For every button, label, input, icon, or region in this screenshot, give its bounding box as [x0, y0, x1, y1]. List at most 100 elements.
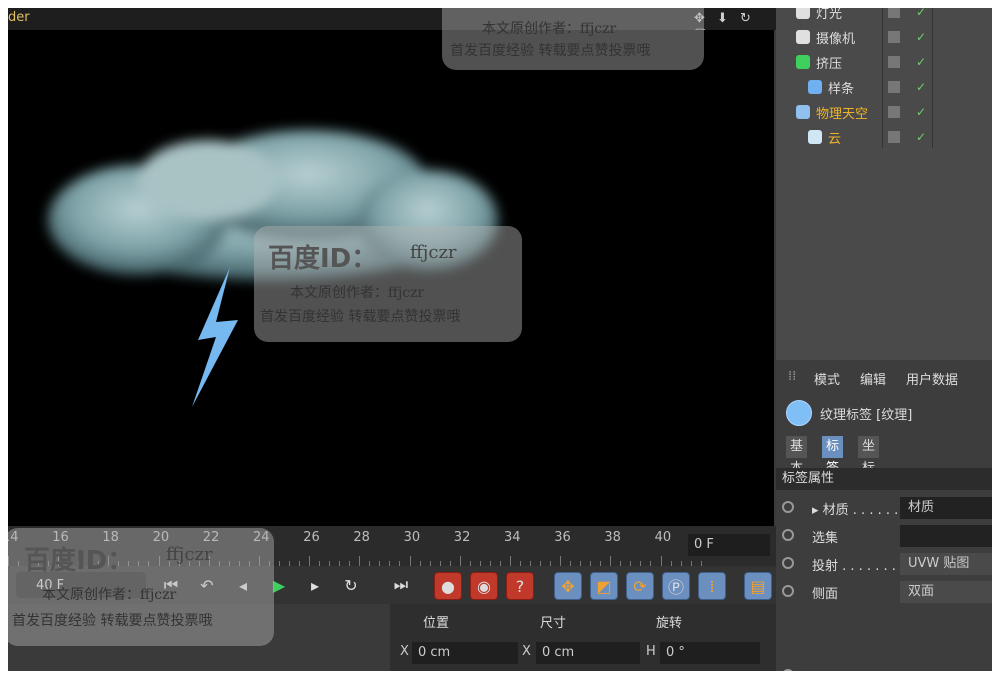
- radio-icon[interactable]: [782, 669, 794, 671]
- move-tool-button[interactable]: ✥: [554, 572, 582, 600]
- layer-box[interactable]: [888, 56, 900, 68]
- prop-projection: 投射 . . . . . . . . UVW 贴图: [776, 552, 992, 576]
- ruler-label: 28: [353, 530, 370, 545]
- pos-x-label: X: [400, 644, 409, 659]
- go-end-button[interactable]: ⏭: [388, 572, 414, 598]
- ruler-tick: [359, 556, 361, 566]
- object-row[interactable]: 样条 ✓: [776, 75, 992, 99]
- rot-h-field[interactable]: 0 °: [660, 642, 760, 664]
- radio-icon[interactable]: [782, 585, 794, 597]
- tab-basic[interactable]: 基本: [786, 436, 808, 476]
- attribute-manager: ⁞⁞ 模式 编辑 用户数据 纹理标签 [纹理] 基本 标签 坐标 标签属性 ▸ …: [776, 360, 992, 671]
- watermark-center: 百度ID： ffjczr 本文原创作者：ffjczr 首发百度经验 转载要点赞投…: [254, 226, 522, 342]
- watermark-top: 本文原创作者：ffjczr 首发百度经验 转载要点赞投票哦: [442, 8, 704, 70]
- projection-select[interactable]: UVW 贴图: [900, 553, 992, 575]
- prop-side-label: 侧面: [812, 587, 839, 602]
- loop-button[interactable]: ↻: [338, 572, 364, 598]
- radio-icon[interactable]: [782, 501, 794, 513]
- ruler-tick: [309, 556, 311, 566]
- menu-mode[interactable]: 模式: [814, 369, 840, 388]
- ruler-label: 40: [654, 530, 672, 545]
- prop-material-label: ▸ 材质 . . . . . . .: [812, 503, 907, 518]
- viewport-title: der: [8, 10, 30, 25]
- prop-projection-label: 投射 . . . . . . . .: [812, 559, 905, 574]
- object-row[interactable]: 云 ✓: [776, 125, 992, 149]
- record-button[interactable]: ●: [434, 572, 462, 600]
- size-header: 尺寸: [540, 616, 567, 631]
- layer-box[interactable]: [888, 106, 900, 118]
- scale-tool-button[interactable]: ◩: [590, 572, 618, 600]
- rotation-header: 旋转: [656, 616, 683, 631]
- menu-userdata[interactable]: 用户数据: [906, 369, 958, 388]
- layer-box[interactable]: [888, 81, 900, 93]
- prop-side: 侧面 双面: [776, 580, 992, 604]
- current-frame-field[interactable]: 0 F: [688, 534, 770, 556]
- tag-title: 纹理标签 [纹理]: [820, 408, 913, 423]
- material-field[interactable]: 材质: [900, 497, 992, 519]
- prop-selection-label: 选集: [812, 531, 839, 546]
- prop-tile-label: 平铺: [812, 667, 838, 671]
- size-x-field[interactable]: 0 cm: [536, 642, 640, 664]
- menu-edit[interactable]: 编辑: [860, 369, 886, 388]
- ruler-label: 30: [403, 530, 421, 545]
- cloud-icon: [808, 130, 822, 144]
- enabled-check-icon[interactable]: ✓: [916, 105, 926, 119]
- cinema4d-window: der ✥ ⬇ ↻ ▢: [8, 8, 992, 671]
- spline-icon: [808, 80, 822, 94]
- prop-tile: 平铺: [776, 664, 992, 671]
- dots-button[interactable]: ⁞: [698, 572, 726, 600]
- object-name: 灯光: [816, 8, 843, 22]
- object-row[interactable]: 挤压 ✓: [776, 50, 992, 74]
- extrude-icon: [796, 55, 810, 69]
- ruler-label: 38: [604, 530, 621, 545]
- watermark-bottom: 百度ID： ffjczr 本文原创作者：ffjczr 首发百度经验 转载要点赞投…: [8, 528, 274, 646]
- param-button[interactable]: Ⓟ: [662, 572, 690, 600]
- auto-key-button[interactable]: ◉: [470, 572, 498, 600]
- ruler-tick: [560, 556, 562, 566]
- help-key-button[interactable]: ?: [506, 572, 534, 600]
- object-name: 物理天空: [816, 107, 869, 122]
- ruler-tick: [459, 556, 461, 566]
- prop-selection: 选集: [776, 524, 992, 548]
- lightning-bolt: [192, 267, 238, 407]
- rot-h-label: H: [646, 644, 656, 659]
- enabled-check-icon[interactable]: ✓: [916, 55, 926, 69]
- side-select[interactable]: 双面: [900, 581, 992, 603]
- tab-tag[interactable]: 标签: [822, 436, 844, 476]
- rotate-tool-button[interactable]: ⟳: [626, 572, 654, 600]
- radio-icon[interactable]: [782, 557, 794, 569]
- layer-box[interactable]: [888, 131, 900, 143]
- pos-x-field[interactable]: 0 cm: [412, 642, 518, 664]
- prop-material: ▸ 材质 . . . . . . . 材质: [776, 496, 992, 520]
- selection-field[interactable]: [900, 525, 992, 547]
- ruler-label: 34: [504, 530, 521, 545]
- ruler-tick: [510, 556, 511, 566]
- object-row[interactable]: 灯光 ✓: [776, 8, 992, 24]
- section-tag-properties: 标签属性: [776, 468, 992, 490]
- ruler-tick: [660, 556, 662, 566]
- enabled-check-icon[interactable]: ✓: [916, 130, 926, 144]
- radio-icon[interactable]: [782, 529, 794, 541]
- enabled-check-icon[interactable]: ✓: [916, 80, 926, 94]
- enabled-check-icon[interactable]: ✓: [916, 30, 926, 44]
- ruler-label: 36: [554, 530, 571, 545]
- layer-box[interactable]: [888, 31, 900, 43]
- ruler-label: 32: [453, 530, 471, 545]
- object-name: 摄像机: [816, 32, 856, 47]
- sky-icon: [796, 105, 810, 119]
- size-x-label: X: [522, 644, 531, 659]
- object-name: 云: [828, 132, 842, 147]
- layer-box[interactable]: [888, 8, 900, 18]
- attr-menu: ⁞⁞ 模式 编辑 用户数据: [776, 366, 992, 388]
- enabled-check-icon[interactable]: ✓: [916, 8, 926, 19]
- object-row[interactable]: 摄像机 ✓: [776, 25, 992, 49]
- object-name: 挤压: [816, 57, 843, 72]
- film-button[interactable]: ▤: [744, 572, 772, 600]
- light-icon: [796, 8, 810, 19]
- tab-coord[interactable]: 坐标: [858, 436, 880, 476]
- step-forward-button[interactable]: ▸: [302, 572, 328, 598]
- ruler-tick: [610, 556, 612, 566]
- object-row[interactable]: 物理天空 ✓: [776, 100, 992, 124]
- camera-icon: [796, 30, 810, 44]
- grip-icon: ⁞⁞: [788, 369, 797, 384]
